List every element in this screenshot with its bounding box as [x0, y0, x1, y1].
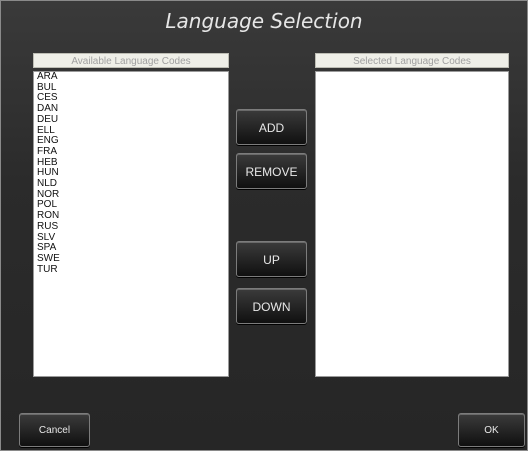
list-item[interactable]: ARA: [34, 71, 228, 83]
list-item[interactable]: SPA: [34, 243, 228, 254]
remove-button[interactable]: REMOVE: [236, 153, 307, 189]
cancel-button-label: Cancel: [38, 425, 71, 436]
up-button[interactable]: UP: [236, 241, 307, 277]
cancel-button[interactable]: Cancel: [19, 413, 90, 447]
list-item[interactable]: BUL: [34, 82, 228, 94]
list-item[interactable]: HUN: [34, 168, 228, 179]
list-item[interactable]: HEB: [34, 157, 228, 169]
list-item[interactable]: SLV: [34, 232, 228, 244]
list-item[interactable]: ENG: [34, 136, 228, 147]
list-item[interactable]: SWE: [34, 253, 228, 265]
list-item[interactable]: POL: [34, 200, 228, 211]
selected-list-header: Selected Language Codes: [315, 53, 509, 68]
available-list-header: Available Language Codes: [33, 53, 229, 68]
list-item[interactable]: CES: [34, 93, 228, 104]
down-button[interactable]: DOWN: [236, 288, 307, 324]
list-item[interactable]: RON: [34, 210, 228, 222]
selected-languages-list[interactable]: [315, 71, 509, 377]
down-button-label: DOWN: [252, 300, 291, 314]
list-item[interactable]: DAN: [34, 103, 228, 115]
remove-button-label: REMOVE: [245, 165, 298, 179]
add-button[interactable]: ADD: [236, 109, 307, 145]
list-item[interactable]: TUR: [34, 264, 228, 276]
ok-button-label: OK: [484, 425, 499, 436]
list-item[interactable]: FRA: [34, 146, 228, 158]
list-item[interactable]: DEU: [34, 114, 228, 126]
list-item[interactable]: ELL: [34, 125, 228, 137]
add-button-label: ADD: [258, 121, 285, 135]
up-button-label: UP: [263, 253, 280, 267]
list-item[interactable]: NLD: [34, 178, 228, 190]
dialog-title: Language Selection: [165, 9, 363, 33]
list-item[interactable]: RUS: [34, 221, 228, 233]
ok-button[interactable]: OK: [458, 413, 525, 447]
available-languages-list[interactable]: ARA BUL CES DAN DEU ELL ENG FRA HEB HUN NLD NOR POL R…: [33, 71, 229, 377]
language-selection-dialog: Language Selection Available Language Co…: [0, 0, 528, 451]
list-item[interactable]: NOR: [34, 189, 228, 201]
